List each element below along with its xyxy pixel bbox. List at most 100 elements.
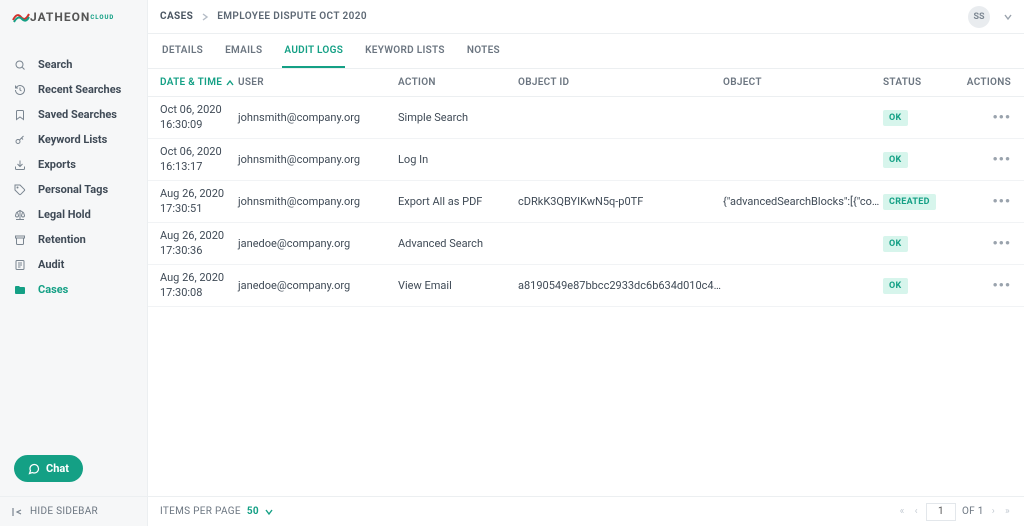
brand-logo: JATHEON CLOUD xyxy=(0,0,147,34)
tab-emails[interactable]: EMAILS xyxy=(223,45,264,68)
sidebar-item-label: Recent Searches xyxy=(38,83,121,96)
tag-icon xyxy=(14,184,28,196)
status-badge: OK xyxy=(883,278,908,294)
sidebar-item-search[interactable]: Search xyxy=(0,52,147,77)
table-row: Oct 06, 202016:30:09johnsmith@company.or… xyxy=(148,97,1024,139)
col-status-label: STATUS xyxy=(883,77,943,88)
sidebar-item-saved-searches[interactable]: Saved Searches xyxy=(0,102,147,127)
table-row: Aug 26, 202017:30:08janedoe@company.orgV… xyxy=(148,265,1024,307)
sidebar-item-label: Keyword Lists xyxy=(38,133,107,146)
sidebar-item-label: Search xyxy=(38,58,72,71)
row-actions-button[interactable]: ••• xyxy=(943,152,1011,168)
audit-icon xyxy=(14,259,28,271)
audit-table: DATE & TIME USER ACTION OBJECT ID OBJECT… xyxy=(148,69,1024,496)
row-actions-button[interactable]: ••• xyxy=(943,194,1011,210)
row-actions-button[interactable]: ••• xyxy=(943,110,1011,126)
page-last-button[interactable]: » xyxy=(1003,506,1012,517)
cell-datetime: Oct 06, 202016:30:09 xyxy=(160,103,238,133)
tabs: DETAILS EMAILS AUDIT LOGS KEYWORD LISTS NOTE… xyxy=(148,34,1024,69)
cell-user: johnsmith@company.org xyxy=(238,195,398,208)
chat-label: Chat xyxy=(46,462,69,475)
export-icon xyxy=(14,159,28,171)
cell-status: OK xyxy=(883,236,943,252)
page-next-button[interactable]: › xyxy=(990,506,997,517)
sidebar-item-label: Exports xyxy=(38,158,76,171)
cell-status: OK xyxy=(883,278,943,294)
brand-name: JATHEON xyxy=(30,10,90,24)
sidebar-item-recent-searches[interactable]: Recent Searches xyxy=(0,77,147,102)
col-actions-label: ACTIONS xyxy=(943,77,1011,88)
cell-datetime: Aug 26, 202017:30:08 xyxy=(160,271,238,301)
pager: « ‹ 1 OF 1 › » xyxy=(898,503,1012,521)
tab-notes[interactable]: NOTES xyxy=(465,45,502,68)
hide-sidebar-button[interactable]: HIDE SIDEBAR xyxy=(0,496,147,526)
col-date-sort[interactable]: DATE & TIME xyxy=(160,77,238,88)
cell-action: Log In xyxy=(398,153,518,166)
search-icon xyxy=(14,59,28,71)
brand-mark-icon xyxy=(12,10,30,24)
sidebar-item-retention[interactable]: Retention xyxy=(0,227,147,252)
cell-datetime: Oct 06, 202016:13:17 xyxy=(160,145,238,175)
hide-sidebar-label: HIDE SIDEBAR xyxy=(30,506,98,517)
table-row: Aug 26, 202017:30:36janedoe@company.orgA… xyxy=(148,223,1024,265)
col-action-label: ACTION xyxy=(398,77,518,88)
tab-audit-logs[interactable]: AUDIT LOGS xyxy=(282,45,345,68)
footer: ITEMS PER PAGE 50 « ‹ 1 OF 1 › » xyxy=(148,496,1024,526)
sidebar-item-label: Cases xyxy=(38,283,68,296)
sidebar-item-label: Legal Hold xyxy=(38,208,91,221)
cell-action: Export All as PDF xyxy=(398,195,518,208)
col-date-label: DATE & TIME xyxy=(160,77,222,88)
cell-status: CREATED xyxy=(883,194,943,210)
cell-object-id: cDRkK3QBYIKwN5q-p0TF xyxy=(518,195,723,208)
page-first-button[interactable]: « xyxy=(898,506,907,517)
tab-details[interactable]: DETAILS xyxy=(160,45,205,68)
items-per-page-label: ITEMS PER PAGE xyxy=(160,506,241,517)
sidebar-item-label: Personal Tags xyxy=(38,183,108,196)
key-icon xyxy=(14,134,28,146)
col-object-id-label: OBJECT ID xyxy=(518,77,723,88)
collapse-icon xyxy=(12,507,22,517)
row-actions-button[interactable]: ••• xyxy=(943,278,1011,294)
chat-button[interactable]: Chat xyxy=(14,455,83,482)
page-current[interactable]: 1 xyxy=(926,503,956,521)
table-row: Oct 06, 202016:13:17johnsmith@company.or… xyxy=(148,139,1024,181)
sidebar-item-legal-hold[interactable]: Legal Hold xyxy=(0,202,147,227)
legal-icon xyxy=(14,209,28,221)
user-avatar[interactable]: SS xyxy=(968,6,990,28)
cell-status: OK xyxy=(883,110,943,126)
cell-object-id: a8190549e87bbcc2933dc6b634d010c47b4f250c xyxy=(518,279,723,292)
status-badge: OK xyxy=(883,236,908,252)
cell-datetime: Aug 26, 202017:30:36 xyxy=(160,229,238,259)
cell-status: OK xyxy=(883,152,943,168)
sidebar-item-keyword-lists[interactable]: Keyword Lists xyxy=(0,127,147,152)
chevron-right-icon xyxy=(201,13,209,21)
sidebar: JATHEON CLOUD Search Recent Searches Saved… xyxy=(0,0,148,526)
breadcrumb-leaf: EMPLOYEE DISPUTE OCT 2020 xyxy=(217,11,367,22)
chevron-down-icon xyxy=(265,508,273,516)
status-badge: OK xyxy=(883,110,908,126)
cell-object: {"advancedSearchBlocks":[{"co… xyxy=(723,195,883,208)
col-user-label: USER xyxy=(238,77,398,88)
cell-user: johnsmith@company.org xyxy=(238,153,398,166)
sidebar-item-cases[interactable]: Cases xyxy=(0,277,147,302)
breadcrumb-root[interactable]: CASES xyxy=(160,11,193,22)
sidebar-item-personal-tags[interactable]: Personal Tags xyxy=(0,177,147,202)
row-actions-button[interactable]: ••• xyxy=(943,236,1011,252)
sidebar-item-exports[interactable]: Exports xyxy=(0,152,147,177)
page-prev-button[interactable]: ‹ xyxy=(913,506,920,517)
cell-action: Advanced Search xyxy=(398,237,518,250)
sidebar-item-label: Retention xyxy=(38,233,86,246)
chevron-down-icon[interactable] xyxy=(1004,13,1012,21)
items-per-page[interactable]: ITEMS PER PAGE 50 xyxy=(160,506,273,517)
sidebar-item-audit[interactable]: Audit xyxy=(0,252,147,277)
tab-keyword-lists[interactable]: KEYWORD LISTS xyxy=(363,45,447,68)
cell-action: Simple Search xyxy=(398,111,518,124)
saved-icon xyxy=(14,109,28,121)
sidebar-item-label: Saved Searches xyxy=(38,108,117,121)
page-of-label: OF 1 xyxy=(962,506,984,517)
brand-tag: CLOUD xyxy=(90,14,114,21)
sort-asc-icon xyxy=(226,79,234,87)
table-header: DATE & TIME USER ACTION OBJECT ID OBJECT… xyxy=(148,69,1024,97)
col-object-label: OBJECT xyxy=(723,77,883,88)
recent-icon xyxy=(14,84,28,96)
